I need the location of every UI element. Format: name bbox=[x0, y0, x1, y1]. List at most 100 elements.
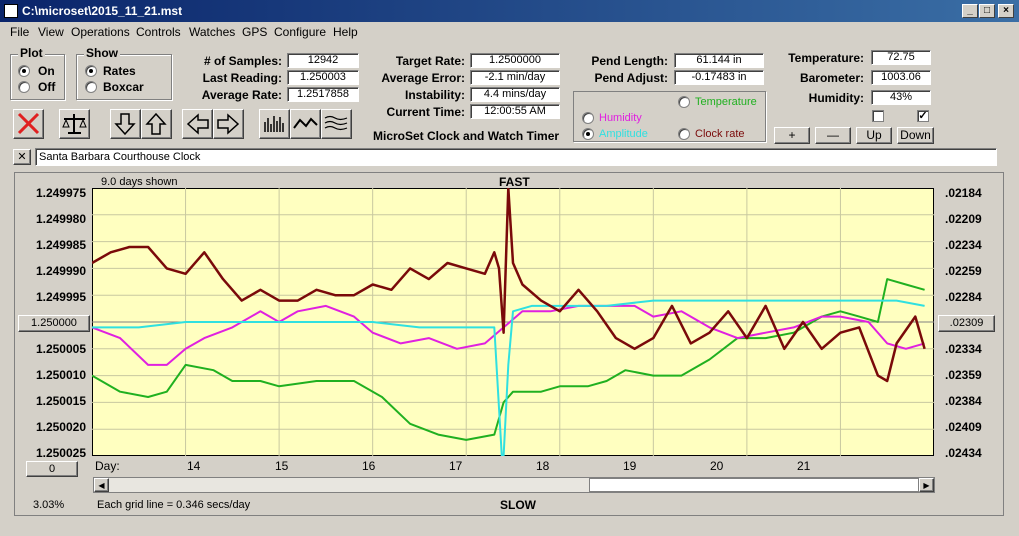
last-reading-label: Last Reading: bbox=[202, 71, 282, 85]
zoom-minus-button[interactable]: — bbox=[815, 127, 851, 144]
stop-button[interactable] bbox=[13, 109, 44, 139]
show-group-title: Show bbox=[84, 46, 120, 60]
menu-bar: File View Operations Controls Watches GP… bbox=[0, 22, 1019, 42]
y-left-tick-10: 1.250025 bbox=[35, 446, 86, 460]
close-button[interactable]: × bbox=[998, 4, 1014, 18]
x-tick-0: 14 bbox=[187, 459, 201, 473]
wave-view-button[interactable] bbox=[290, 109, 321, 139]
plot-on-radio[interactable] bbox=[18, 65, 30, 77]
current-time-label: Current Time: bbox=[386, 105, 465, 119]
balance-button[interactable] bbox=[59, 109, 90, 139]
maximize-button[interactable]: □ bbox=[979, 4, 995, 18]
scale-icon bbox=[62, 114, 87, 134]
clock-name-input[interactable]: Santa Barbara Courthouse Clock bbox=[35, 148, 997, 166]
slow-label: SLOW bbox=[500, 498, 536, 512]
humidity-radio[interactable] bbox=[582, 112, 594, 124]
y-right-tick-5[interactable]: .02309 bbox=[938, 315, 995, 332]
x-axis-label: Day: bbox=[95, 459, 120, 473]
plot-off-radio[interactable] bbox=[18, 81, 30, 93]
x-tick-2: 16 bbox=[362, 459, 376, 473]
grid-scale-label: Each grid line = 0.346 secs/day bbox=[97, 499, 251, 511]
title-bar: C:\microset\2015_11_21.mst _ □ × bbox=[0, 0, 1019, 22]
plot-off-label: Off bbox=[38, 80, 56, 94]
lines-view-button[interactable] bbox=[321, 109, 352, 139]
arrow-down-icon bbox=[114, 113, 136, 136]
y-right-tick-8: .02384 bbox=[945, 394, 982, 408]
humidity-value: 43% bbox=[871, 90, 931, 105]
option-checkbox-1[interactable] bbox=[872, 110, 884, 122]
y-right-tick-9: .02409 bbox=[945, 420, 982, 434]
y-left-tick-4: 1.249995 bbox=[35, 290, 86, 304]
menu-gps[interactable]: GPS bbox=[242, 25, 267, 39]
clock-rate-option-label: Clock rate bbox=[695, 128, 745, 140]
temperature-label: Temperature: bbox=[788, 51, 864, 65]
y-left-tick-1: 1.249980 bbox=[35, 212, 86, 226]
temperature-radio[interactable] bbox=[678, 96, 690, 108]
option-checkbox-2[interactable]: ✓ bbox=[917, 110, 929, 122]
scroll-up-button[interactable]: Up bbox=[856, 127, 892, 144]
humidity-label: Humidity: bbox=[808, 91, 864, 105]
barometer-label: Barometer: bbox=[799, 71, 864, 85]
percent-label: 3.03% bbox=[33, 499, 65, 511]
x-tick-3: 17 bbox=[449, 459, 463, 473]
samples-value: 12942 bbox=[287, 53, 359, 68]
zoom-plus-button[interactable]: + bbox=[774, 127, 810, 144]
plot-group-title: Plot bbox=[18, 46, 45, 60]
x-tick-7: 21 bbox=[797, 459, 811, 473]
left-zero-button[interactable]: 0 bbox=[26, 461, 78, 477]
y-right-tick-7: .02359 bbox=[945, 368, 982, 382]
minimize-button[interactable]: _ bbox=[962, 4, 978, 18]
x-tick-6: 20 bbox=[710, 459, 724, 473]
show-boxcar-label: Boxcar bbox=[103, 80, 144, 94]
y-right-tick-1: .02209 bbox=[945, 212, 982, 226]
menu-watches[interactable]: Watches bbox=[189, 25, 235, 39]
scroll-right-arrow[interactable]: ▶ bbox=[919, 478, 934, 492]
y-right-tick-2: .02234 bbox=[945, 238, 982, 252]
menu-controls[interactable]: Controls bbox=[136, 25, 181, 39]
down-arrow-button[interactable] bbox=[110, 109, 141, 139]
y-left-tick-9: 1.250020 bbox=[35, 420, 86, 434]
plot-on-label: On bbox=[38, 64, 55, 78]
stop-x-icon bbox=[17, 112, 40, 135]
clear-clock-button[interactable]: ✕ bbox=[13, 149, 31, 165]
app-icon bbox=[4, 4, 18, 18]
target-rate-value: 1.2500000 bbox=[470, 53, 560, 68]
scroll-left-arrow[interactable]: ◀ bbox=[94, 478, 109, 492]
left-arrow-button[interactable] bbox=[182, 109, 213, 139]
show-rates-radio[interactable] bbox=[85, 65, 97, 77]
average-error-label: Average Error: bbox=[381, 71, 465, 85]
menu-view[interactable]: View bbox=[38, 25, 64, 39]
barometer-value: 1003.06 bbox=[871, 70, 931, 85]
current-time-value: 12:00:55 AM bbox=[470, 104, 560, 119]
y-left-tick-0: 1.249975 bbox=[35, 186, 86, 200]
temperature-value: 72.75 bbox=[871, 50, 931, 65]
x-tick-4: 18 bbox=[536, 459, 550, 473]
menu-configure[interactable]: Configure bbox=[274, 25, 326, 39]
arrow-up-icon bbox=[145, 112, 167, 135]
pend-length-value: 61.144 in bbox=[674, 53, 764, 68]
y-left-tick-5[interactable]: 1.250000 bbox=[18, 315, 90, 332]
instability-label: Instability: bbox=[404, 88, 465, 102]
y-right-tick-0: .02184 bbox=[945, 186, 982, 200]
average-rate-label: Average Rate: bbox=[201, 88, 282, 102]
amplitude-radio[interactable] bbox=[582, 128, 594, 140]
pend-adjust-label: Pend Adjust: bbox=[594, 71, 668, 85]
menu-file[interactable]: File bbox=[10, 25, 29, 39]
show-boxcar-radio[interactable] bbox=[85, 81, 97, 93]
y-left-tick-7: 1.250010 bbox=[35, 368, 86, 382]
menu-operations[interactable]: Operations bbox=[71, 25, 130, 39]
temperature-option-label: Temperature bbox=[695, 96, 757, 108]
up-arrow-button[interactable] bbox=[141, 109, 172, 139]
y-left-tick-3: 1.249990 bbox=[35, 264, 86, 278]
clock-rate-radio[interactable] bbox=[678, 128, 690, 140]
scroll-thumb[interactable] bbox=[589, 478, 919, 492]
chart-scrollbar[interactable]: ◀ ▶ bbox=[93, 477, 935, 493]
bars-view-button[interactable] bbox=[259, 109, 290, 139]
instability-value: 4.4 mins/day bbox=[470, 87, 560, 102]
scroll-down-button[interactable]: Down bbox=[897, 127, 934, 144]
pend-adjust-value: -0.17483 in bbox=[674, 70, 764, 85]
fast-label: FAST bbox=[499, 175, 530, 189]
menu-help[interactable]: Help bbox=[333, 25, 358, 39]
rate-chart[interactable] bbox=[92, 188, 934, 456]
right-arrow-button[interactable] bbox=[213, 109, 244, 139]
